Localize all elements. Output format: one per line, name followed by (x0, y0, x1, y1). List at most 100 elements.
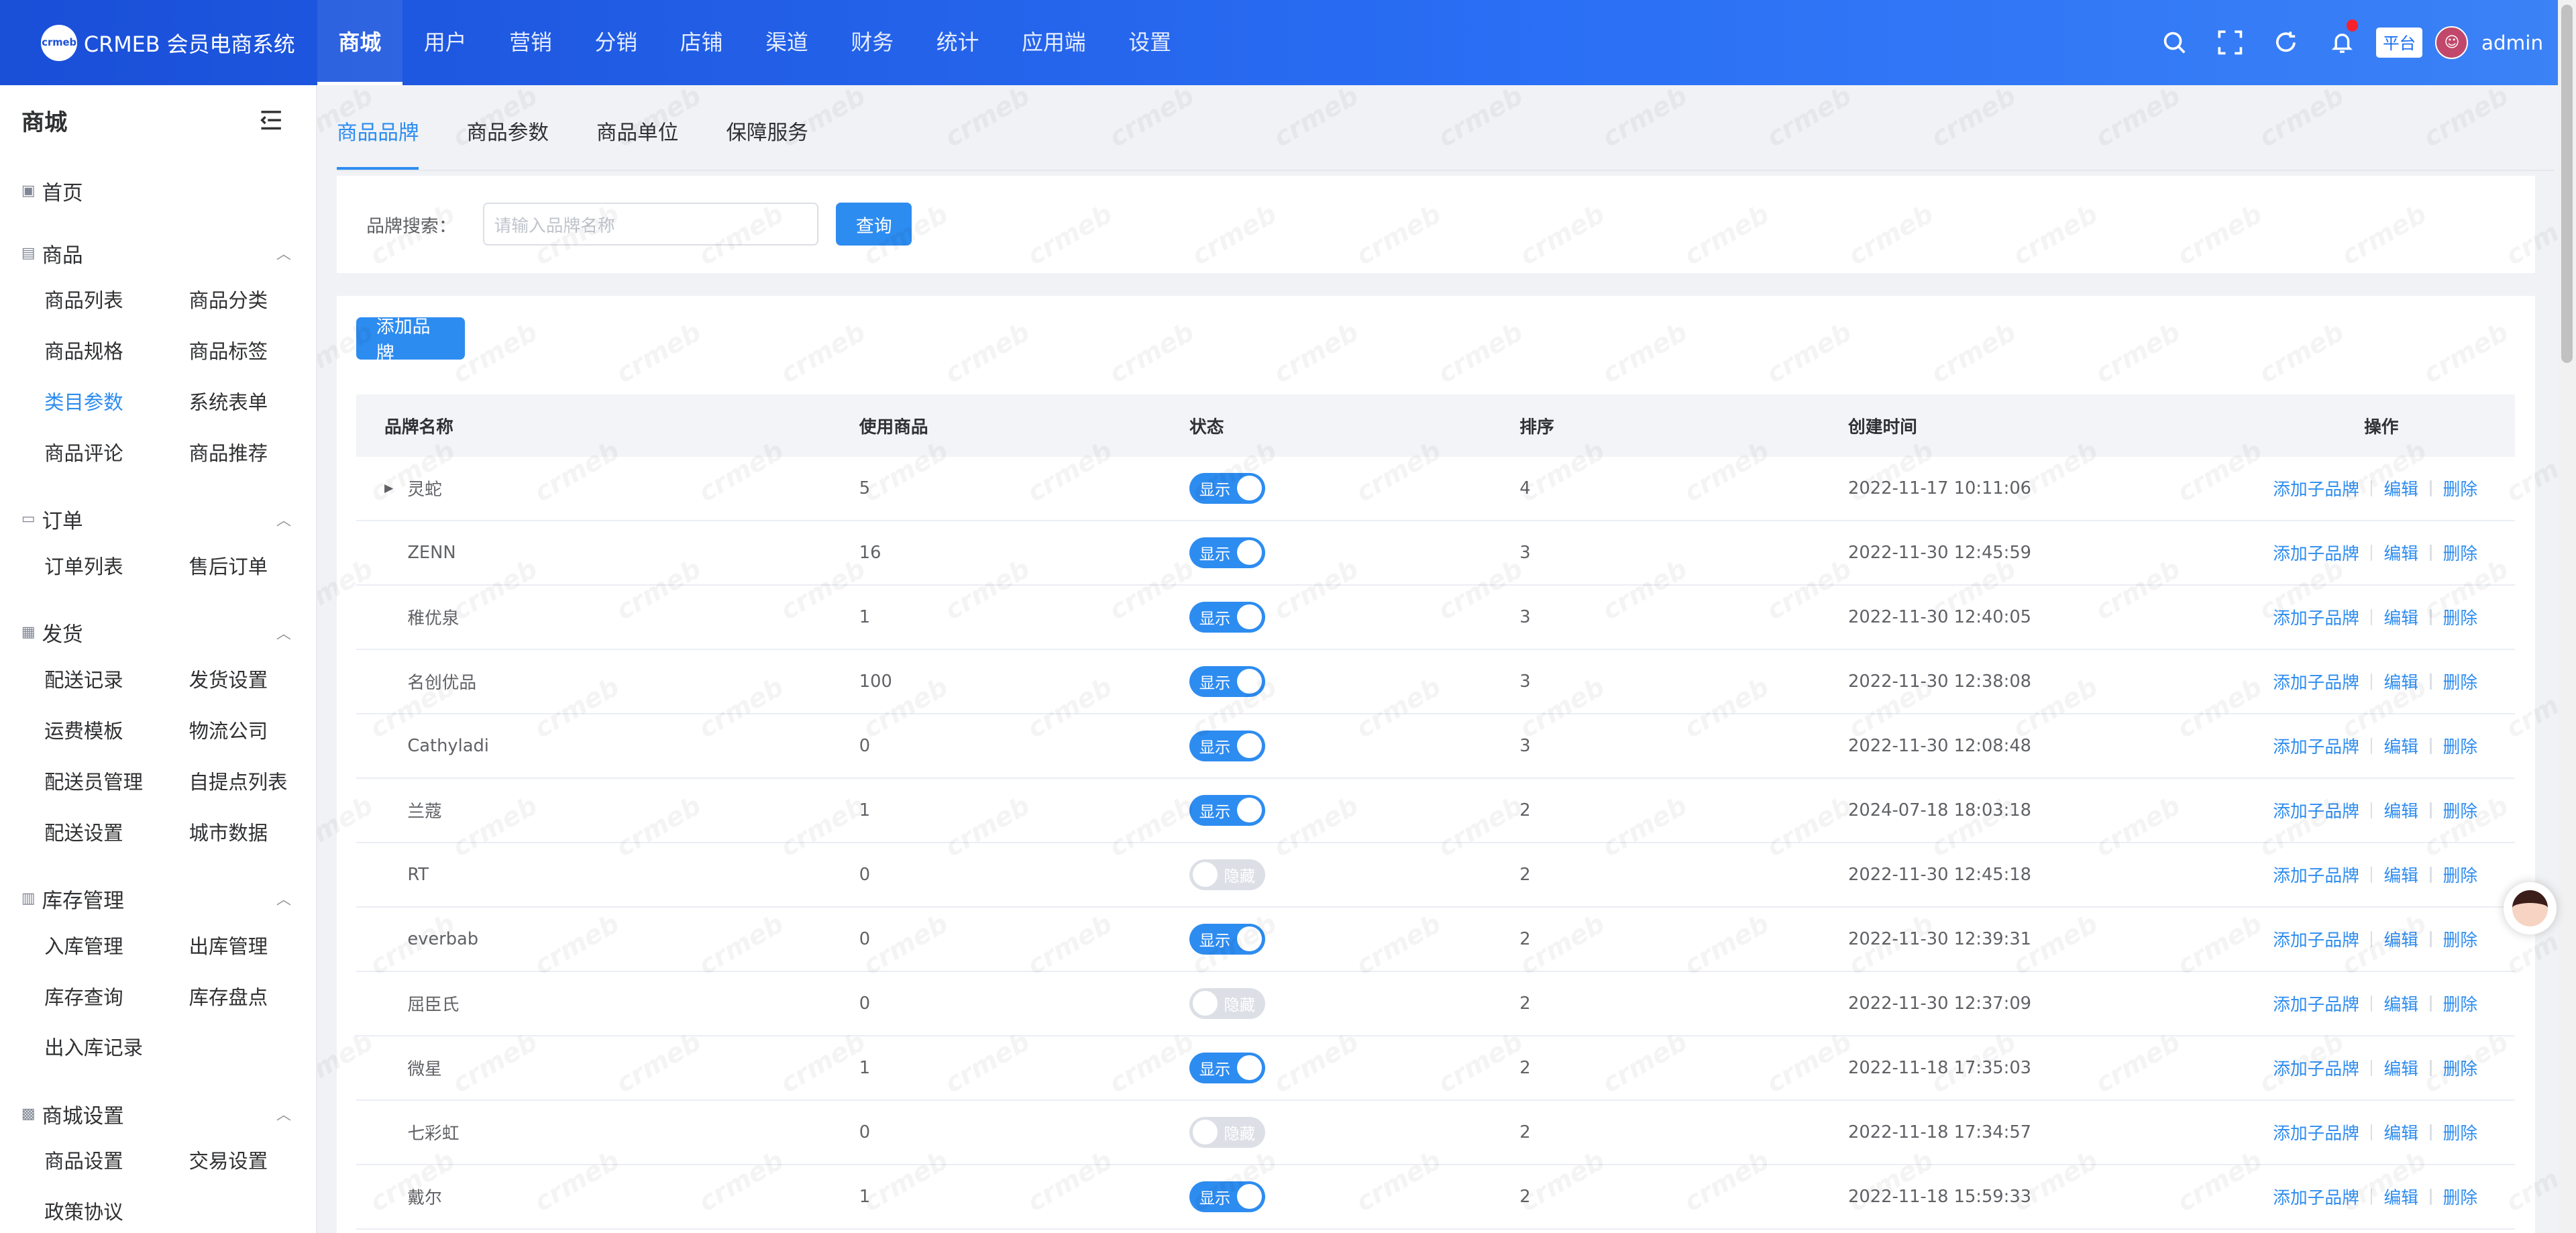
edit-link[interactable]: 编辑 (2384, 669, 2418, 694)
top-nav-item[interactable]: 应用端 (1000, 0, 1107, 85)
delete-link[interactable]: 删除 (2443, 1055, 2477, 1080)
edit-link[interactable]: 编辑 (2384, 991, 2418, 1016)
tab-0[interactable]: 商品品牌 (337, 104, 419, 170)
chevron-up-icon[interactable]: ︿ (276, 888, 291, 909)
add-sub-brand-link[interactable]: 添加子品牌 (2273, 669, 2359, 694)
collapse-menu-icon[interactable] (260, 109, 282, 131)
sidebar-item[interactable]: 发货设置 (189, 655, 316, 706)
edit-link[interactable]: 编辑 (2384, 1055, 2418, 1080)
delete-link[interactable]: 删除 (2443, 540, 2477, 565)
sidebar-item[interactable]: 商品标签 (189, 327, 316, 378)
expand-caret-icon[interactable]: ▶ (384, 482, 407, 495)
sidebar-item[interactable]: 出库管理 (189, 922, 316, 973)
sidebar-group-header[interactable]: ▥ 库存管理 ︿ (0, 875, 316, 922)
status-switch[interactable]: 显示 (1189, 665, 1265, 698)
sidebar-item[interactable]: 商品推荐 (189, 429, 316, 480)
edit-link[interactable]: 编辑 (2384, 1184, 2418, 1209)
top-nav-item[interactable]: 统计 (915, 0, 1000, 85)
scrollbar-thumb[interactable] (2561, 5, 2573, 364)
edit-link[interactable]: 编辑 (2384, 540, 2418, 565)
delete-link[interactable]: 删除 (2443, 669, 2477, 694)
sidebar-item[interactable]: 运费模板 (44, 706, 189, 757)
sidebar-group-header[interactable]: ▩ 商城设置 ︿ (0, 1091, 316, 1137)
sidebar-item[interactable]: 配送员管理 (44, 757, 189, 808)
sidebar-item[interactable]: 商品评论 (44, 429, 189, 480)
assistant-avatar-icon[interactable] (2504, 882, 2557, 935)
sidebar-item[interactable]: 库存盘点 (189, 973, 316, 1024)
top-nav-item[interactable]: 商城 (317, 0, 402, 86)
top-nav-item[interactable]: 设置 (1107, 0, 1192, 85)
page-scrollbar[interactable] (2558, 0, 2576, 1233)
status-switch[interactable]: 显示 (1189, 1052, 1265, 1084)
edit-link[interactable]: 编辑 (2384, 476, 2418, 500)
status-switch[interactable]: 隐藏 (1189, 859, 1265, 891)
delete-link[interactable]: 删除 (2443, 604, 2477, 629)
fullscreen-icon[interactable] (2202, 0, 2258, 85)
refresh-icon[interactable] (2258, 0, 2314, 85)
sidebar-item[interactable]: 入库管理 (44, 922, 189, 973)
sidebar-item[interactable]: 类目参数 (44, 378, 189, 429)
add-sub-brand-link[interactable]: 添加子品牌 (2273, 1120, 2359, 1144)
status-switch[interactable]: 显示 (1189, 923, 1265, 955)
add-sub-brand-link[interactable]: 添加子品牌 (2273, 604, 2359, 629)
top-nav-item[interactable]: 财务 (830, 0, 915, 85)
sidebar-item[interactable]: 出入库记录 (44, 1023, 189, 1074)
delete-link[interactable]: 删除 (2443, 798, 2477, 822)
add-brand-button[interactable]: 添加品牌 (356, 317, 466, 364)
chevron-up-icon[interactable]: ︿ (276, 242, 291, 264)
status-switch[interactable]: 显示 (1189, 794, 1265, 826)
query-button[interactable]: 查询 (836, 203, 912, 246)
sidebar-item[interactable]: 自提点列表 (189, 757, 316, 808)
sidebar-item[interactable]: 商品规格 (44, 327, 189, 378)
status-switch[interactable]: 显示 (1189, 730, 1265, 762)
status-switch[interactable]: 隐藏 (1189, 987, 1265, 1020)
sidebar-item[interactable]: 商品分类 (189, 276, 316, 327)
chevron-up-icon[interactable]: ︿ (276, 622, 291, 643)
avatar[interactable]: ☺ (2435, 26, 2469, 60)
delete-link[interactable]: 删除 (2443, 476, 2477, 500)
sidebar-item[interactable]: 商品列表 (44, 276, 189, 327)
sidebar-item[interactable]: 系统表单 (189, 378, 316, 429)
sidebar-item[interactable]: 商品设置 (44, 1136, 189, 1187)
sidebar-item[interactable]: 配送记录 (44, 655, 189, 706)
logo[interactable]: crmeb CRMEB 会员电商系统 (0, 0, 317, 85)
sidebar-item[interactable]: 配送设置 (44, 808, 189, 859)
delete-link[interactable]: 删除 (2443, 862, 2477, 887)
edit-link[interactable]: 编辑 (2384, 604, 2418, 629)
tab-1[interactable]: 商品参数 (466, 104, 548, 170)
sidebar-item[interactable]: 售后订单 (189, 542, 316, 593)
status-switch[interactable]: 隐藏 (1189, 1116, 1265, 1148)
add-sub-brand-link[interactable]: 添加子品牌 (2273, 1055, 2359, 1080)
delete-link[interactable]: 删除 (2443, 991, 2477, 1016)
sidebar-group-header[interactable]: ▭ 订单 ︿ (0, 496, 316, 542)
search-icon[interactable] (2147, 0, 2202, 85)
sidebar-group-header[interactable]: ▦ 发货 ︿ (0, 609, 316, 655)
top-nav-item[interactable]: 用户 (402, 0, 488, 85)
add-sub-brand-link[interactable]: 添加子品牌 (2273, 733, 2359, 758)
tab-3[interactable]: 保障服务 (726, 104, 808, 170)
sidebar-item[interactable]: 城市数据 (189, 808, 316, 859)
brand-search-input[interactable]: 请输入品牌名称 (482, 203, 818, 246)
chevron-up-icon[interactable]: ︿ (276, 1103, 291, 1124)
delete-link[interactable]: 删除 (2443, 733, 2477, 758)
edit-link[interactable]: 编辑 (2384, 733, 2418, 758)
add-sub-brand-link[interactable]: 添加子品牌 (2273, 991, 2359, 1016)
bell-icon[interactable] (2314, 0, 2369, 85)
status-switch[interactable]: 显示 (1189, 472, 1265, 504)
add-sub-brand-link[interactable]: 添加子品牌 (2273, 926, 2359, 951)
sidebar-item[interactable]: 物流公司 (189, 706, 316, 757)
edit-link[interactable]: 编辑 (2384, 798, 2418, 822)
top-nav-item[interactable]: 渠道 (744, 0, 829, 85)
sidebar-item[interactable]: 政策协议 (44, 1187, 189, 1233)
delete-link[interactable]: 删除 (2443, 1120, 2477, 1144)
tab-2[interactable]: 商品单位 (596, 104, 678, 170)
sidebar-item-home[interactable]: ▣ 首页 (0, 168, 316, 214)
sidebar-item[interactable]: 订单列表 (44, 542, 189, 593)
edit-link[interactable]: 编辑 (2384, 926, 2418, 951)
sidebar-item[interactable]: 交易设置 (189, 1136, 316, 1187)
add-sub-brand-link[interactable]: 添加子品牌 (2273, 1184, 2359, 1209)
delete-link[interactable]: 删除 (2443, 1184, 2477, 1209)
delete-link[interactable]: 删除 (2443, 926, 2477, 951)
add-sub-brand-link[interactable]: 添加子品牌 (2273, 862, 2359, 887)
top-nav-item[interactable]: 店铺 (659, 0, 744, 85)
